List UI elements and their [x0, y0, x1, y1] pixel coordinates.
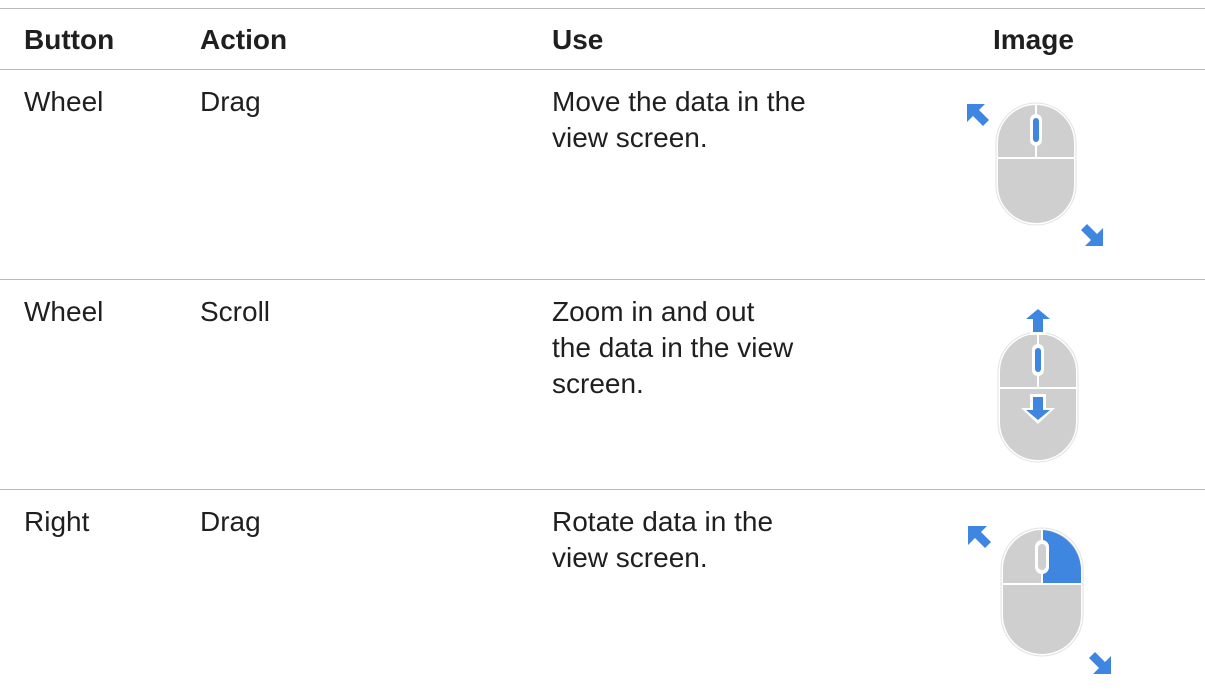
cell-button: Wheel: [24, 86, 104, 117]
cell-button: Wheel: [24, 296, 104, 327]
mouse-controls-table: Button Action Use Image Wheel Drag Move …: [0, 8, 1205, 697]
cell-button: Right: [24, 506, 90, 537]
table-header-row: Button Action Use Image: [0, 9, 1205, 69]
header-image: Image: [993, 24, 1074, 55]
cell-use: Move the data in the view screen.: [552, 86, 806, 153]
table-row: Wheel Drag Move the data in the view scr…: [0, 70, 1205, 279]
header-use: Use: [552, 24, 604, 55]
cell-action: Scroll: [200, 296, 271, 327]
cell-action: Drag: [200, 86, 261, 117]
cell-use: Zoom in and out the data in the view scr…: [552, 296, 794, 399]
table-row: Wheel Scroll Zoom in and out the data in…: [0, 280, 1205, 489]
header-action: Action: [200, 24, 288, 55]
cell-action: Drag: [200, 506, 261, 537]
mouse-wheel-drag-icon: [955, 95, 1120, 255]
mouse-wheel-scroll-icon: [993, 302, 1083, 467]
table-row: Right Drag Rotate data in the view scree…: [0, 490, 1205, 697]
header-button: Button: [24, 24, 115, 55]
cell-use: Rotate data in the view screen.: [552, 506, 774, 573]
mouse-right-drag-icon: [958, 518, 1123, 683]
